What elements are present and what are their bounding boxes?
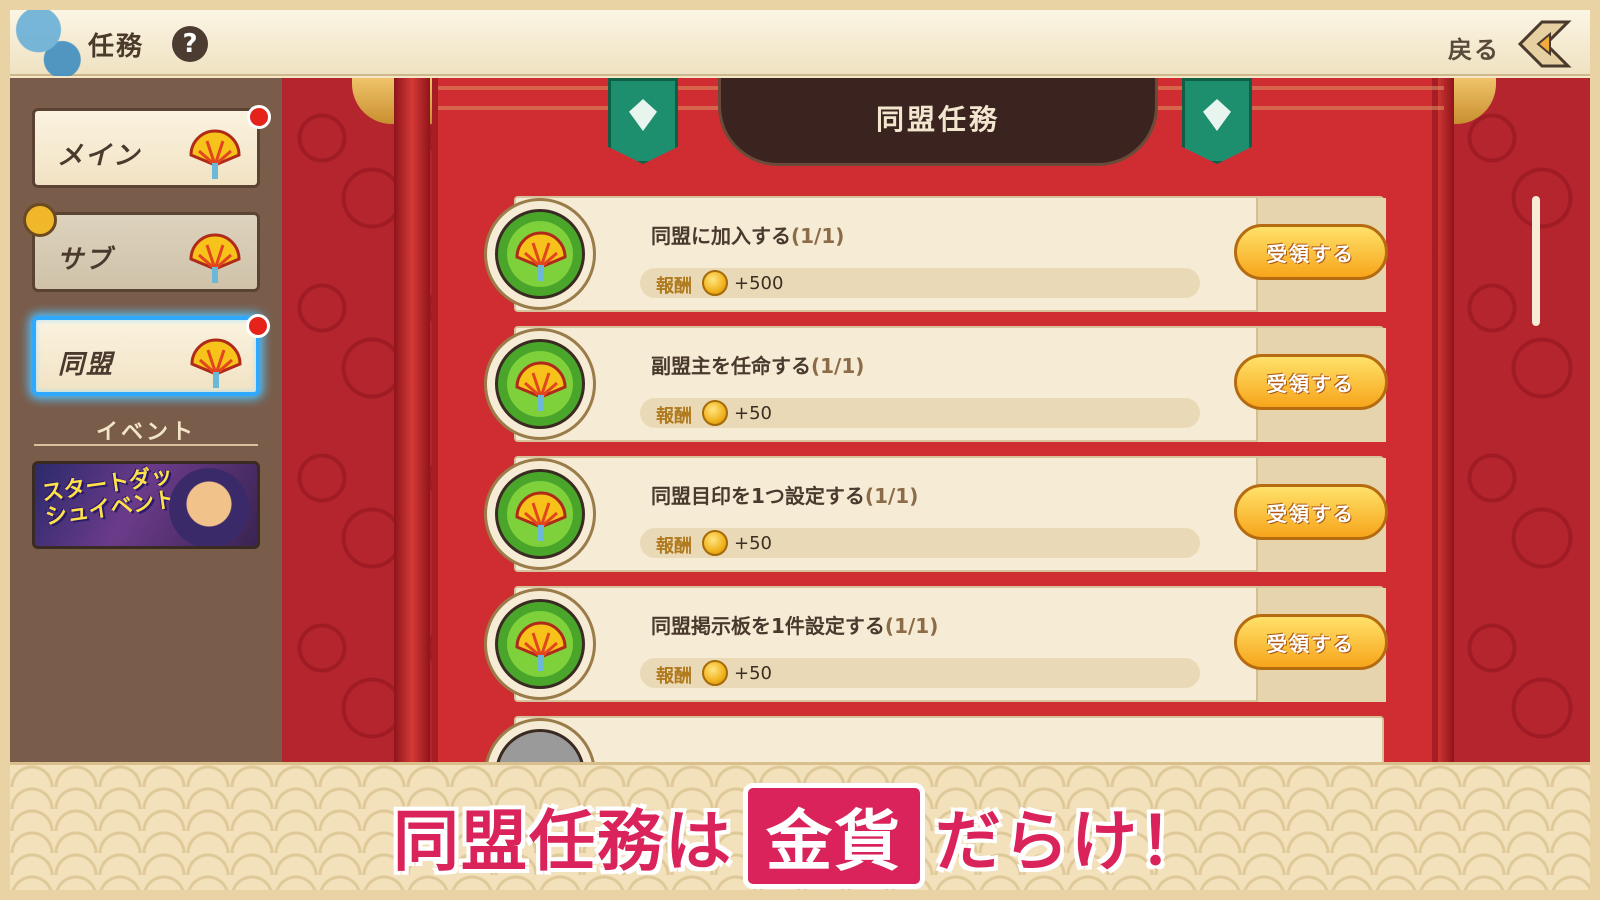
task-name: 同盟に加入する(1/1) bbox=[651, 224, 845, 248]
board-title: 同盟任務 bbox=[875, 103, 1000, 136]
task-name: 同盟掲示板を1件設定する(1/1) bbox=[651, 614, 939, 638]
reward-amount: +50 bbox=[734, 663, 772, 684]
fan-icon bbox=[189, 129, 241, 179]
task-name: 同盟目印を1つ設定する(1/1) bbox=[651, 484, 919, 508]
back-arrow-icon[interactable] bbox=[1516, 18, 1572, 70]
task-medal bbox=[484, 198, 596, 310]
main-panel: 同盟任務 同盟に加入する(1/1) 報酬 +500 受領する 副盟主を任命する(… bbox=[282, 78, 1590, 762]
alliance-flag-icon bbox=[608, 78, 678, 164]
claim-button[interactable]: 受領する bbox=[1234, 354, 1388, 410]
tab-sub-label: サブ bbox=[57, 245, 114, 275]
reward-label: 報酬 bbox=[656, 536, 692, 557]
fan-icon bbox=[190, 338, 242, 388]
task-name: 副盟主を任命する(1/1) bbox=[651, 354, 865, 378]
alliance-flag-icon bbox=[1182, 78, 1252, 164]
mission-board: 同盟任務 同盟に加入する(1/1) 報酬 +500 受領する 副盟主を任命する(… bbox=[432, 78, 1540, 762]
task-row: 同盟目印を1つ設定する(1/1) 報酬 +50 受領する bbox=[484, 456, 1388, 572]
reward-label: 報酬 bbox=[656, 406, 692, 427]
top-bar: 任務 ? 戻る bbox=[10, 10, 1590, 76]
task-row-partial bbox=[484, 716, 1384, 762]
lock-icon bbox=[23, 203, 57, 237]
tab-alliance[interactable]: 同盟 bbox=[32, 314, 270, 396]
fan-icon bbox=[189, 233, 241, 283]
reward-label: 報酬 bbox=[656, 276, 692, 297]
medal-inner bbox=[495, 729, 585, 762]
task-progress: (1/1) bbox=[791, 224, 845, 248]
event-banner-start-dash[interactable]: スタートダッシュイベント bbox=[32, 461, 260, 549]
back-label[interactable]: 戻る bbox=[1448, 30, 1500, 65]
fan-icon bbox=[515, 231, 567, 281]
gold-coin-icon bbox=[702, 400, 728, 426]
tab-main-label: メイン bbox=[57, 141, 142, 171]
pillar-left bbox=[394, 78, 430, 762]
task-row: 同盟掲示板を1件設定する(1/1) 報酬 +50 受領する bbox=[484, 586, 1388, 702]
sidebar: メイン サブ 同盟 イベント スタートダッシュイベント bbox=[10, 78, 282, 762]
task-progress: (1/1) bbox=[864, 484, 919, 508]
reward-bar: 報酬 +50 bbox=[640, 398, 1200, 428]
tab-sub[interactable]: サブ bbox=[23, 203, 260, 292]
task-row: 副盟主を任命する(1/1) 報酬 +50 受領する bbox=[484, 326, 1388, 442]
promo-gold-box: 金貨 bbox=[743, 783, 925, 889]
task-medal bbox=[484, 458, 596, 570]
tab-alliance-label: 同盟 bbox=[58, 350, 115, 380]
board-header: 同盟任務 bbox=[718, 78, 1158, 166]
promo-banner: 同盟任務は 金貨 だらけ！ bbox=[10, 762, 1590, 890]
task-row: 同盟に加入する(1/1) 報酬 +500 受領する bbox=[484, 196, 1388, 312]
reward-label: 報酬 bbox=[656, 666, 692, 687]
notification-dot bbox=[246, 314, 270, 338]
event-heading: イベント bbox=[95, 420, 196, 445]
reward-bar: 報酬 +500 bbox=[640, 268, 1200, 298]
reward-amount: +500 bbox=[734, 273, 784, 294]
gold-coin-icon bbox=[702, 530, 728, 556]
task-card bbox=[514, 716, 1384, 762]
page-title: 任務 bbox=[88, 32, 145, 62]
fan-icon bbox=[515, 621, 567, 671]
notification-dot bbox=[247, 105, 271, 129]
help-icon[interactable]: ? bbox=[172, 26, 208, 62]
gold-coin-icon bbox=[702, 270, 728, 296]
reward-bar: 報酬 +50 bbox=[640, 528, 1200, 558]
task-medal bbox=[484, 588, 596, 700]
event-divider bbox=[34, 444, 258, 446]
reward-amount: +50 bbox=[734, 403, 772, 424]
tab-main[interactable]: メイン bbox=[32, 105, 271, 188]
fan-icon bbox=[515, 361, 567, 411]
reward-amount: +50 bbox=[734, 533, 772, 554]
promo-text: 同盟任務は 金貨 だらけ！ bbox=[10, 783, 1590, 889]
hero-portrait-icon bbox=[169, 468, 249, 546]
fan-icon bbox=[515, 491, 567, 541]
task-list-scrollbar[interactable] bbox=[1532, 196, 1540, 326]
task-progress: (1/1) bbox=[884, 614, 939, 638]
claim-button[interactable]: 受領する bbox=[1234, 224, 1388, 280]
claim-button[interactable]: 受領する bbox=[1234, 484, 1388, 540]
task-medal bbox=[484, 328, 596, 440]
claim-button[interactable]: 受領する bbox=[1234, 614, 1388, 670]
task-progress: (1/1) bbox=[811, 354, 865, 378]
reward-bar: 報酬 +50 bbox=[640, 658, 1200, 688]
gold-coin-icon bbox=[702, 660, 728, 686]
